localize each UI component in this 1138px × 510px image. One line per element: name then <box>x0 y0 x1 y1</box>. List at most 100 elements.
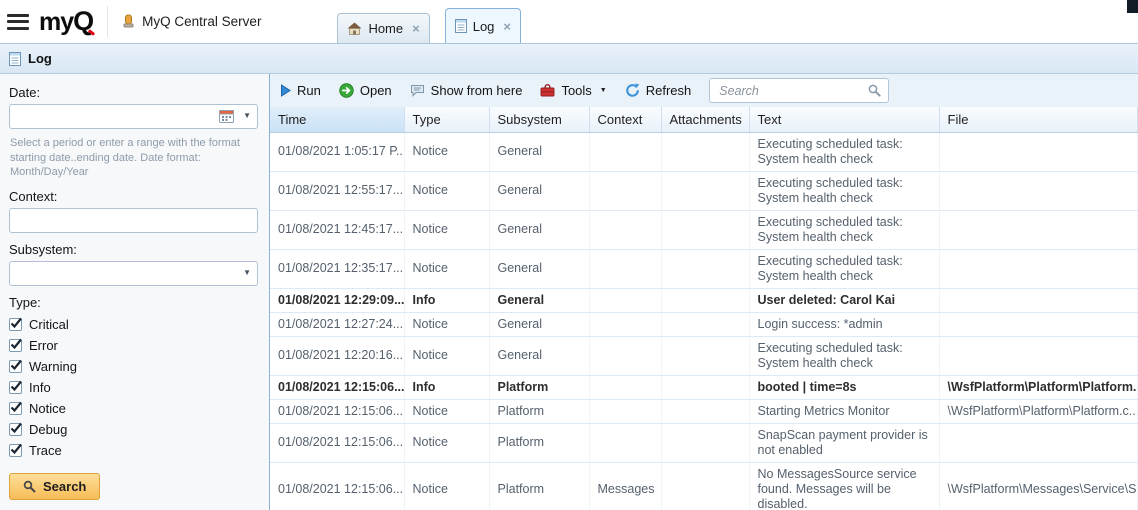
show-from-here-label: Show from here <box>431 83 523 98</box>
cell-time: 01/08/2021 12:29:09... <box>270 288 404 312</box>
cell-context <box>589 210 661 249</box>
cell-time: 01/08/2021 12:20:16... <box>270 336 404 375</box>
logo-text-q: Q <box>73 6 93 37</box>
cell-file: \WsfPlatform\Messages\Service\S... <box>939 462 1138 510</box>
cell-text: User deleted: Carol Kai <box>749 288 939 312</box>
tab-home[interactable]: Home × <box>337 13 429 43</box>
subsystem-dropdown-icon[interactable]: ▼ <box>243 269 251 277</box>
type-checkbox-trace[interactable]: Trace <box>9 440 258 461</box>
tab-label: Log <box>473 19 495 34</box>
column-header-time[interactable]: Time <box>270 107 404 132</box>
type-checkbox-label: Trace <box>29 443 62 458</box>
type-checkbox-warning[interactable]: Warning <box>9 356 258 377</box>
cell-subsystem: General <box>489 249 589 288</box>
cell-subsystem: Platform <box>489 462 589 510</box>
checkbox-checked-icon[interactable] <box>9 381 22 394</box>
cell-type: Notice <box>404 312 489 336</box>
search-icon[interactable] <box>868 84 881 97</box>
table-row[interactable]: 01/08/2021 1:05:17 P... Notice General E… <box>270 132 1138 171</box>
table-row[interactable]: 01/08/2021 12:45:17... Notice General Ex… <box>270 210 1138 249</box>
tools-label: Tools <box>561 83 591 98</box>
refresh-button[interactable]: Refresh <box>625 83 692 98</box>
cell-subsystem: General <box>489 132 589 171</box>
cell-attachments <box>661 336 749 375</box>
top-bar: myQ MyQ Central Server Home × Log × <box>0 0 1138 44</box>
table-row[interactable]: 01/08/2021 12:20:16... Notice General Ex… <box>270 336 1138 375</box>
open-button[interactable]: Open <box>339 83 392 98</box>
cell-text: Executing scheduled task: System health … <box>749 132 939 171</box>
column-header-file[interactable]: File <box>939 107 1138 132</box>
checkbox-checked-icon[interactable] <box>9 444 22 457</box>
run-button[interactable]: Run <box>280 83 321 98</box>
cell-text: Login success: *admin <box>749 312 939 336</box>
column-header-text[interactable]: Text <box>749 107 939 132</box>
column-header-type[interactable]: Type <box>404 107 489 132</box>
run-icon <box>280 84 291 97</box>
type-checkbox-label: Notice <box>29 401 66 416</box>
show-from-here-button[interactable]: Show from here <box>410 83 523 98</box>
cell-type: Notice <box>404 462 489 510</box>
log-table-body: 01/08/2021 1:05:17 P... Notice General E… <box>270 132 1138 510</box>
table-row[interactable]: 01/08/2021 12:15:06... Notice Platform S… <box>270 423 1138 462</box>
cell-attachments <box>661 399 749 423</box>
column-header-subsystem[interactable]: Subsystem <box>489 107 589 132</box>
cell-file <box>939 336 1138 375</box>
log-search-input[interactable] <box>717 83 868 99</box>
tab-log[interactable]: Log × <box>445 8 521 43</box>
calendar-icon[interactable] <box>219 109 234 123</box>
menu-icon[interactable] <box>7 14 29 30</box>
cell-attachments <box>661 375 749 399</box>
subsystem-label: Subsystem: <box>9 242 258 257</box>
table-row[interactable]: 01/08/2021 12:55:17... Notice General Ex… <box>270 171 1138 210</box>
search-button[interactable]: Search <box>9 473 100 500</box>
tab-close-icon[interactable]: × <box>503 19 511 34</box>
cell-type: Notice <box>404 336 489 375</box>
table-row[interactable]: 01/08/2021 12:15:06... Info Platform boo… <box>270 375 1138 399</box>
filter-sidebar: Date: ▼ Select a period or enter <box>0 74 269 510</box>
table-row[interactable]: 01/08/2021 12:35:17... Notice General Ex… <box>270 249 1138 288</box>
type-checkbox-label: Warning <box>29 359 77 374</box>
checkbox-checked-icon[interactable] <box>9 339 22 352</box>
checkbox-checked-icon[interactable] <box>9 423 22 436</box>
home-icon <box>347 22 362 35</box>
column-header-context[interactable]: Context <box>589 107 661 132</box>
type-checkbox-critical[interactable]: Critical <box>9 314 258 335</box>
tools-button[interactable]: Tools ▼ <box>540 83 606 98</box>
cell-context <box>589 171 661 210</box>
column-header-label: Attachments <box>670 112 742 127</box>
cell-text: Executing scheduled task: System health … <box>749 210 939 249</box>
context-input[interactable] <box>9 208 258 233</box>
subsystem-select[interactable]: ▼ <box>9 261 258 286</box>
toolbar-search-box <box>709 78 889 103</box>
myq-logo: myQ <box>39 6 108 37</box>
type-checkbox-notice[interactable]: Notice <box>9 398 258 419</box>
cell-type: Notice <box>404 423 489 462</box>
type-checkbox-error[interactable]: Error <box>9 335 258 356</box>
refresh-label: Refresh <box>646 83 692 98</box>
cell-text: Executing scheduled task: System health … <box>749 171 939 210</box>
myq-app-window: myQ MyQ Central Server Home × Log × Log <box>0 0 1138 510</box>
cell-type: Notice <box>404 171 489 210</box>
cell-type: Notice <box>404 210 489 249</box>
table-row[interactable]: 01/08/2021 12:15:06... Notice Platform M… <box>270 462 1138 510</box>
checkbox-checked-icon[interactable] <box>9 402 22 415</box>
subsystem-input[interactable] <box>9 261 258 286</box>
tab-bar: Home × Log × <box>337 0 521 43</box>
table-row[interactable]: 01/08/2021 12:27:24... Notice General Lo… <box>270 312 1138 336</box>
server-label: MyQ Central Server <box>142 14 261 29</box>
cell-context <box>589 288 661 312</box>
cell-subsystem: General <box>489 336 589 375</box>
checkbox-checked-icon[interactable] <box>9 360 22 373</box>
cell-text: Executing scheduled task: System health … <box>749 336 939 375</box>
table-row[interactable]: 01/08/2021 12:29:09... Info General User… <box>270 288 1138 312</box>
search-button-label: Search <box>43 479 86 494</box>
cell-subsystem: Platform <box>489 399 589 423</box>
tab-close-icon[interactable]: × <box>412 21 420 36</box>
checkbox-checked-icon[interactable] <box>9 318 22 331</box>
date-dropdown-icon[interactable]: ▼ <box>243 112 251 120</box>
cell-text: No MessagesSource service found. Message… <box>749 462 939 510</box>
table-row[interactable]: 01/08/2021 12:15:06... Notice Platform S… <box>270 399 1138 423</box>
type-checkbox-debug[interactable]: Debug <box>9 419 258 440</box>
type-checkbox-info[interactable]: Info <box>9 377 258 398</box>
column-header-attachments[interactable]: Attachments <box>661 107 749 132</box>
